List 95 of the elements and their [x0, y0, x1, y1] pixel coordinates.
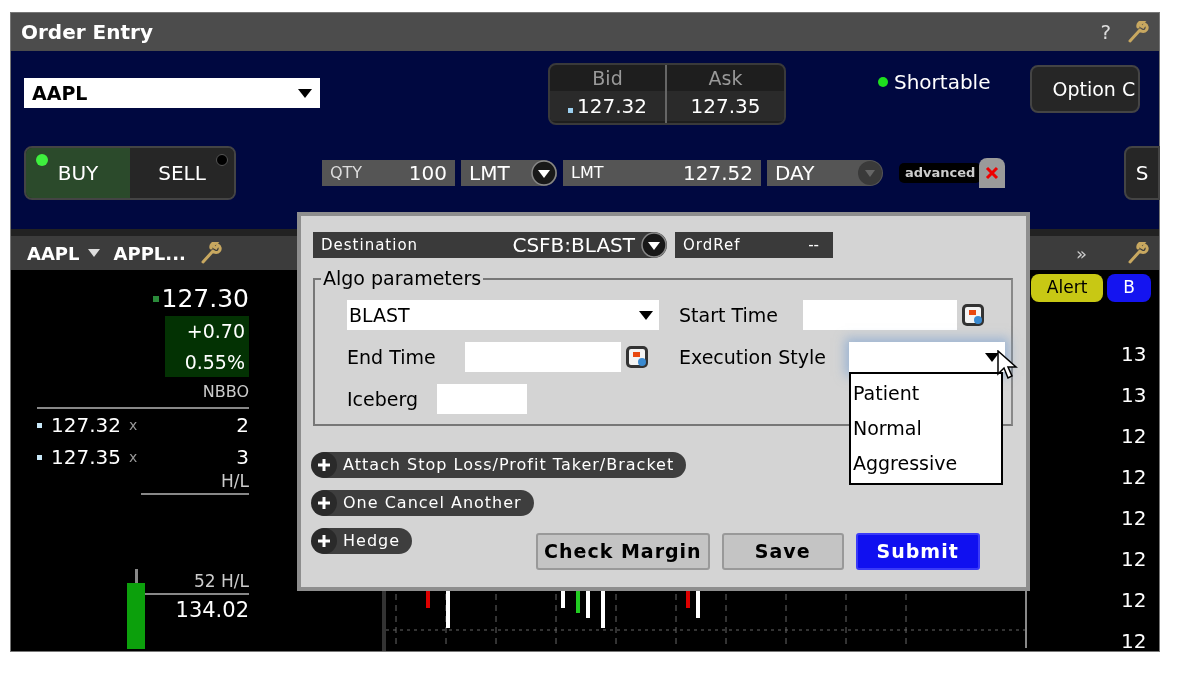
qty-value: 100 — [408, 160, 447, 187]
plus-icon — [311, 528, 337, 554]
bid-label: Bid — [592, 66, 623, 91]
price-value: 127.52 — [683, 160, 753, 187]
order-type-value: LMT — [469, 160, 510, 187]
nbbo-label: NBBO — [202, 381, 249, 403]
ask-label: Ask — [708, 66, 743, 91]
plus-icon — [311, 452, 337, 478]
submit-button[interactable]: Submit — [855, 533, 980, 570]
tif-value: DAY — [775, 160, 815, 187]
bid-marker — [568, 107, 573, 113]
order-reference-field[interactable]: OrdRef -- — [675, 232, 833, 258]
symbol-dropdown[interactable]: AAPL — [24, 78, 320, 108]
chart-button[interactable]: Alert — [1030, 274, 1104, 302]
expand-section-button[interactable]: One Cancel Another — [313, 490, 534, 516]
qty-label: QTY — [330, 162, 363, 184]
caret-icon — [639, 310, 653, 320]
chart-button[interactable]: B — [1107, 274, 1151, 302]
last-price: 127.30 — [161, 284, 249, 314]
advanced-tab[interactable]: advanced — [899, 163, 982, 183]
time-input[interactable] — [803, 300, 957, 330]
limit-price-field[interactable]: LMT 127.52 — [563, 160, 761, 186]
destination-label: Destination — [321, 234, 419, 256]
company-name: APPL... — [113, 241, 186, 266]
shortable-text: Shortable — [894, 69, 991, 96]
calendar-icon[interactable] — [961, 303, 985, 327]
tick-marker — [152, 296, 159, 302]
change-value: +0.70 — [186, 319, 245, 344]
caret-icon — [641, 232, 667, 258]
change-percent: 0.55% — [184, 350, 245, 375]
settings-icon[interactable] — [1127, 21, 1149, 43]
field-label: End Time — [347, 344, 437, 370]
settings-icon[interactable] — [1127, 242, 1149, 264]
time-input[interactable] — [465, 342, 621, 372]
iceberg-input[interactable] — [437, 384, 527, 414]
candle — [696, 588, 700, 618]
expand-section-button[interactable]: Attach Stop Loss/Profit Taker/Bracket — [313, 452, 687, 478]
close-icon[interactable] — [979, 158, 1006, 188]
symbol-text: AAPL — [32, 80, 88, 106]
ordref-label: OrdRef — [683, 234, 741, 256]
bid-price: 127.32 — [577, 93, 647, 120]
book-marker — [37, 422, 42, 428]
buy-button[interactable]: BUY — [26, 148, 130, 198]
caret-icon — [531, 160, 557, 186]
order-type-dropdown[interactable]: LMT — [461, 160, 557, 186]
book-marker — [37, 454, 42, 460]
more-button[interactable]: » — [1076, 239, 1087, 267]
dropdown-option[interactable]: Patient — [851, 376, 1001, 411]
destination-value: CSFB:BLAST — [512, 232, 635, 259]
price-label: LMT — [571, 162, 604, 184]
field-label: Execution Style — [679, 344, 827, 370]
axis-label: 12 — [1120, 505, 1148, 532]
axis-label: 13 — [1120, 341, 1148, 368]
times-sign: x — [129, 447, 138, 467]
plus-icon — [311, 490, 337, 516]
week52-label: 52 H/L — [193, 570, 249, 593]
expand-section-button[interactable]: Hedge — [313, 528, 413, 554]
times-sign: x — [129, 415, 138, 435]
window-title: Order Entry — [21, 19, 153, 46]
caret-icon — [857, 160, 883, 186]
destination-dropdown[interactable]: Destination CSFB:BLAST — [313, 232, 667, 258]
side-button[interactable]: S — [1124, 146, 1160, 200]
axis-label: 12 — [1120, 464, 1148, 491]
axis-label: 12 — [1120, 587, 1148, 614]
field-label: Iceberg — [347, 386, 420, 412]
ask-price: 127.35 — [667, 91, 784, 121]
book-price: 127.35 — [51, 444, 121, 471]
ordref-value: -- — [808, 234, 819, 256]
high-low-label: H/L — [221, 470, 249, 493]
axis-label: 13 — [1120, 382, 1148, 409]
quantity-field[interactable]: QTY 100 — [322, 160, 455, 186]
field-label: Start Time — [679, 302, 779, 328]
symbol-text: AAPL — [27, 241, 80, 266]
dropdown-option[interactable]: Aggressive — [851, 446, 1001, 481]
axis-label: 12 — [1120, 628, 1148, 655]
candle — [601, 588, 605, 628]
calendar-icon[interactable] — [625, 345, 649, 369]
caret-icon[interactable] — [87, 249, 100, 257]
panel-button[interactable]: Check Margin — [536, 533, 710, 570]
time-in-force-dropdown[interactable]: DAY — [767, 160, 883, 186]
panel-button[interactable]: Save — [721, 533, 844, 570]
settings-icon[interactable] — [199, 242, 222, 264]
caret-icon — [298, 88, 312, 98]
book-price: 127.32 — [51, 412, 121, 439]
book-size: 3 — [236, 444, 249, 471]
axis-label: 12 — [1120, 423, 1148, 450]
caret-icon — [985, 352, 999, 362]
algo-dropdown[interactable]: BLAST — [347, 300, 659, 330]
book-size: 2 — [236, 412, 249, 439]
dropdown-option[interactable]: Normal — [851, 411, 1001, 446]
algo-value: BLAST — [349, 302, 410, 328]
help-button[interactable]: ? — [1100, 17, 1111, 47]
axis-label: 12 — [1120, 546, 1148, 573]
week52-high: 134.02 — [175, 597, 249, 624]
option-chain-button[interactable]: Option C — [1030, 65, 1141, 113]
